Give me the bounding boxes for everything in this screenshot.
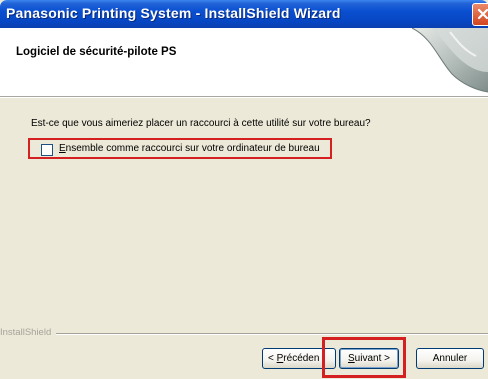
label-text: nsemble comme raccourci sur votre ordina…	[65, 143, 320, 154]
back-label: récéden	[283, 353, 320, 364]
next-button-highlight	[322, 337, 406, 378]
cancel-button[interactable]: Annuler	[416, 348, 484, 369]
page-title: Logiciel de sécurité-pilote PS	[16, 46, 177, 58]
desktop-shortcut-option[interactable]: Ensemble comme raccourci sur votre ordin…	[28, 138, 332, 159]
installshield-wizard-window: Panasonic Printing System - InstallShiel…	[0, 0, 488, 379]
close-button[interactable]	[472, 3, 488, 26]
desktop-shortcut-label[interactable]: Ensemble comme raccourci sur votre ordin…	[59, 143, 320, 154]
label-mnemonic: E	[59, 143, 66, 154]
installer-graphic-icon	[411, 28, 488, 93]
header-divider	[0, 97, 488, 98]
window-title: Panasonic Printing System - InstallShiel…	[6, 5, 341, 21]
title-bar[interactable]: Panasonic Printing System - InstallShiel…	[0, 0, 488, 28]
installshield-brand: InstallShield	[0, 327, 52, 338]
desktop-shortcut-checkbox[interactable]	[41, 144, 53, 156]
wizard-header: Logiciel de sécurité-pilote PS	[0, 28, 488, 97]
back-prefix: <	[268, 353, 277, 364]
footer-divider	[56, 333, 488, 335]
close-icon	[477, 8, 488, 20]
shortcut-question: Est-ce que vous aimeriez placer un racco…	[31, 118, 371, 129]
